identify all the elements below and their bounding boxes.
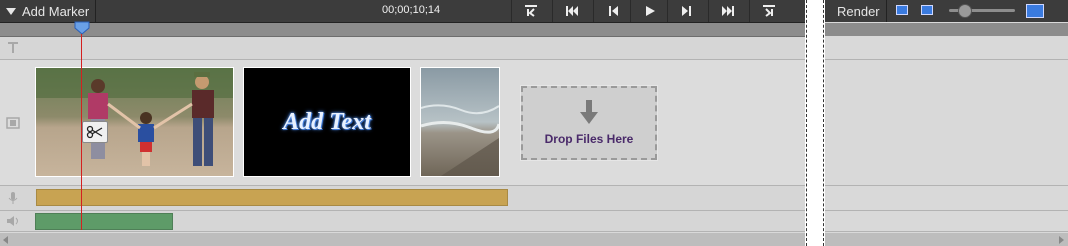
dropdown-arrow-icon <box>6 7 16 15</box>
step-back-button[interactable] <box>593 0 631 22</box>
render-toolbar: Render <box>825 0 1068 22</box>
narration-track-header <box>0 186 26 210</box>
render-button[interactable]: Render <box>831 0 887 22</box>
family-beach-clip[interactable] <box>36 68 233 176</box>
add-marker-label: Add Marker <box>22 3 90 19</box>
title-clip-text: Add Text <box>283 108 371 135</box>
text-track-header <box>0 37 26 59</box>
audio-track[interactable] <box>0 211 805 232</box>
split-clip-button[interactable] <box>82 121 108 143</box>
timeline-panel: Add Marker 00;00;10;14 Add Text Drop Fil… <box>0 0 805 246</box>
right-horizontal-scrollbar[interactable] <box>825 233 1068 246</box>
scissors-icon <box>86 125 103 139</box>
right-track-divider <box>825 231 1068 232</box>
step-forward-button[interactable] <box>667 0 705 22</box>
scroll-right-icon[interactable] <box>1059 236 1064 244</box>
panel-divider-right <box>823 0 824 246</box>
video-track-header <box>0 60 26 185</box>
horizontal-scrollbar[interactable] <box>0 233 805 246</box>
playhead-line <box>81 34 82 230</box>
set-out-button[interactable] <box>749 0 787 22</box>
right-track-divider <box>825 185 1068 186</box>
render-panel: Render <box>825 0 1068 246</box>
shore-clip[interactable] <box>421 68 499 176</box>
step-forward-icon <box>681 6 691 16</box>
step-back-icon <box>608 6 618 16</box>
timeline-toolbar: Add Marker 00;00;10;14 <box>0 0 805 23</box>
zoom-slider-handle[interactable] <box>958 4 972 18</box>
scroll-left-icon[interactable] <box>3 236 8 244</box>
add-marker-button[interactable]: Add Marker <box>0 0 97 22</box>
narration-track[interactable] <box>0 186 805 211</box>
timecode-display: 00;00;10;14 <box>382 4 441 16</box>
microphone-icon <box>8 192 18 204</box>
play-icon <box>645 6 655 16</box>
right-track-divider <box>825 210 1068 211</box>
right-track-divider <box>825 59 1068 60</box>
narration-clip[interactable] <box>36 189 508 206</box>
text-track[interactable] <box>0 37 805 60</box>
go-to-start-button[interactable] <box>552 0 590 22</box>
down-arrow-icon <box>580 100 598 124</box>
video-track[interactable]: Add Text Drop Files Here <box>0 60 805 186</box>
family-beach-thumbnail <box>36 68 233 176</box>
audio-track-header <box>0 211 26 231</box>
drop-files-zone[interactable]: Drop Files Here <box>521 86 657 160</box>
title-clip[interactable]: Add Text <box>244 68 410 176</box>
panel-divider-left <box>806 0 807 246</box>
audio-clip[interactable] <box>35 213 173 230</box>
zoom-in-icon[interactable] <box>1026 4 1044 18</box>
set-in-button[interactable] <box>511 0 549 22</box>
speaker-icon <box>7 216 18 226</box>
video-track-icon <box>6 116 20 129</box>
shore-thumbnail <box>421 68 499 176</box>
play-button[interactable] <box>630 0 668 22</box>
playhead-handle[interactable] <box>74 21 90 35</box>
time-ruler[interactable] <box>0 23 805 37</box>
text-track-icon <box>8 42 18 53</box>
skip-forward-icon <box>721 6 734 16</box>
right-time-ruler[interactable] <box>825 23 1068 36</box>
go-to-end-button[interactable] <box>708 0 746 22</box>
drop-files-label: Drop Files Here <box>544 132 634 146</box>
skip-back-icon <box>565 6 578 16</box>
zoom-out-icon[interactable] <box>896 5 908 15</box>
out-point-icon <box>762 5 775 17</box>
zoom-small-icon[interactable] <box>921 5 933 15</box>
in-point-icon <box>524 5 537 17</box>
